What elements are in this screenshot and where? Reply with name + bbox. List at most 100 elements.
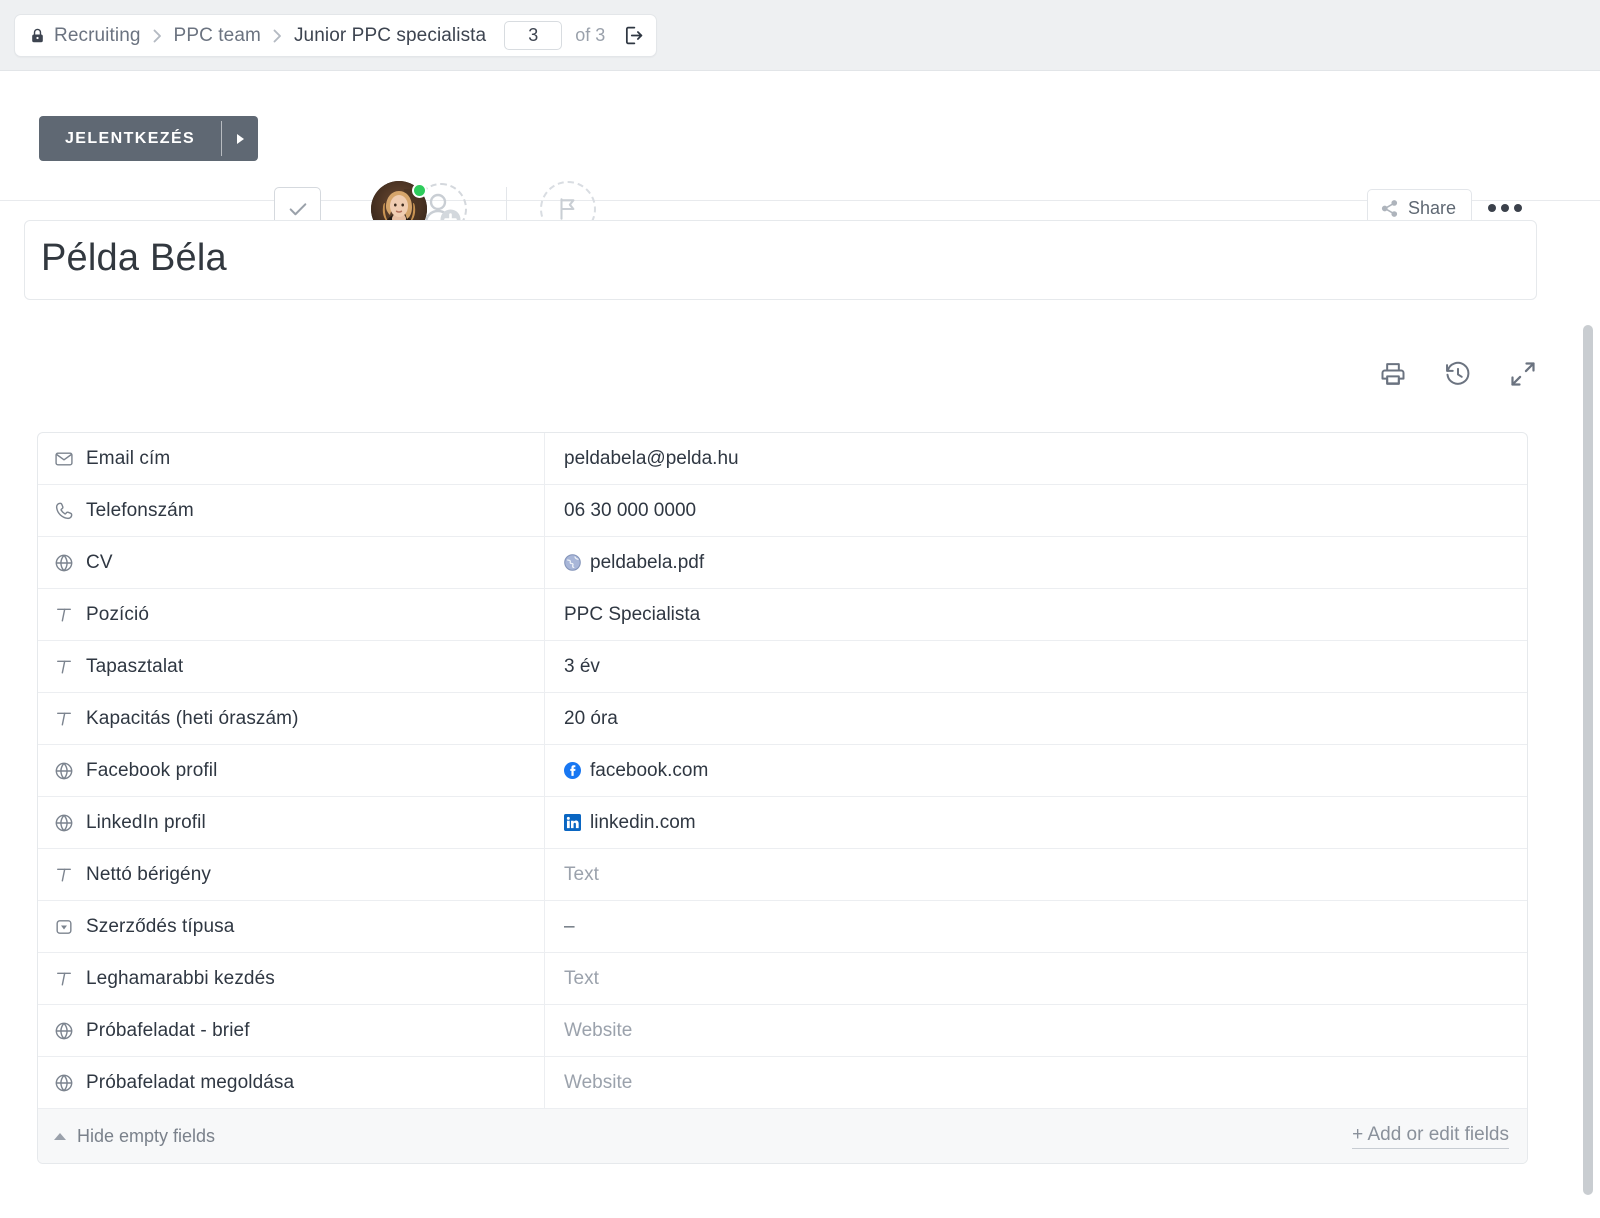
breadcrumb-item-ppc-team[interactable]: PPC team <box>174 25 261 47</box>
table-row: LinkedIn profil linkedin.com <box>38 797 1527 849</box>
table-row: Tapasztalat 3 év <box>38 641 1527 693</box>
more-dot <box>1488 204 1496 212</box>
apply-button[interactable]: JELENTKEZÉS <box>39 116 221 161</box>
field-value-cell[interactable]: 06 30 000 0000 <box>545 485 1527 536</box>
presence-indicator <box>412 183 427 198</box>
history-icon[interactable] <box>1444 360 1472 388</box>
text-icon <box>57 972 71 986</box>
field-name-cell: LinkedIn profil <box>38 797 545 848</box>
field-value: peldabela@pelda.hu <box>564 447 739 469</box>
breadcrumb-bar: Recruiting PPC team Junior PPC specialis… <box>0 0 1600 71</box>
field-label: LinkedIn profil <box>86 811 206 833</box>
table-row: Kapacitás (heti óraszám) 20 óra <box>38 693 1527 745</box>
page-title: Példa Béla <box>41 237 227 279</box>
table-row: Próbafeladat megoldása Website <box>38 1057 1527 1109</box>
field-name-cell: Próbafeladat megoldása <box>38 1057 545 1108</box>
triangle-up-icon <box>54 1132 66 1140</box>
field-value-cell[interactable]: PPC Specialista <box>545 589 1527 640</box>
apply-dropdown-button[interactable] <box>222 116 258 161</box>
field-value: facebook.com <box>590 759 709 781</box>
field-value: – <box>564 915 575 937</box>
field-name-cell: Tapasztalat <box>38 641 545 692</box>
field-value-cell[interactable]: 20 óra <box>545 693 1527 744</box>
field-value: Website <box>564 1071 633 1093</box>
open-in-new-icon[interactable] <box>623 25 644 46</box>
field-label: Facebook profil <box>86 759 218 781</box>
action-toolbar: JELENTKEZÉS Share <box>0 71 1600 237</box>
table-row: Facebook profil facebook.com <box>38 745 1527 797</box>
table-row: Nettó bérigény Text <box>38 849 1527 901</box>
table-row: Telefonszám 06 30 000 0000 <box>38 485 1527 537</box>
field-value: peldabela.pdf <box>590 551 705 573</box>
field-label: Tapasztalat <box>86 655 184 677</box>
field-value: Text <box>564 967 599 989</box>
field-label: Próbafeladat megoldása <box>86 1071 295 1093</box>
field-value: Website <box>564 1019 633 1041</box>
field-value-cell[interactable]: Text <box>545 849 1527 900</box>
field-value: 06 30 000 0000 <box>564 499 697 521</box>
field-name-cell: Email cím <box>38 433 545 484</box>
field-label: Telefonszám <box>86 499 194 521</box>
field-value-cell[interactable]: Website <box>545 1005 1527 1056</box>
more-dot <box>1514 204 1522 212</box>
breadcrumb-item-junior-ppc-specialista[interactable]: Junior PPC specialista <box>294 25 486 47</box>
fields-footer: Hide empty fields + Add or edit fields <box>38 1109 1527 1163</box>
field-value: Text <box>564 863 599 885</box>
field-value-cell[interactable]: Text <box>545 953 1527 1004</box>
breadcrumb: Recruiting PPC team Junior PPC specialis… <box>14 14 658 57</box>
table-row: Email cím peldabela@pelda.hu <box>38 433 1527 485</box>
share-label: Share <box>1407 197 1456 218</box>
breadcrumb-item-recruiting[interactable]: Recruiting <box>54 25 141 47</box>
apply-button-group: JELENTKEZÉS <box>39 116 259 161</box>
add-or-edit-fields-button[interactable]: + Add or edit fields <box>1352 1124 1509 1149</box>
share-icon <box>1381 199 1398 217</box>
field-label: Kapacitás (heti óraszám) <box>86 707 299 729</box>
field-name-cell: Facebook profil <box>38 745 545 796</box>
field-value-cell[interactable]: – <box>545 901 1527 952</box>
vertical-scrollbar[interactable] <box>1583 325 1593 1195</box>
field-value-cell[interactable]: linkedin.com <box>545 797 1527 848</box>
field-value-cell[interactable]: Website <box>545 1057 1527 1108</box>
field-name-cell: Próbafeladat - brief <box>38 1005 545 1056</box>
field-name-cell: CV <box>38 537 545 588</box>
field-value: 20 óra <box>564 707 618 729</box>
globe-icon <box>55 1074 73 1091</box>
table-row: Próbafeladat - brief Website <box>38 1005 1527 1057</box>
record-title-card[interactable]: Példa Béla <box>24 220 1537 300</box>
field-value-cell[interactable]: peldabela.pdf <box>545 537 1527 588</box>
field-name-cell: Telefonszám <box>38 485 545 536</box>
page-count-label: of 3 <box>575 25 606 45</box>
print-icon[interactable] <box>1379 360 1407 388</box>
field-value-cell[interactable]: facebook.com <box>545 745 1527 796</box>
caret-right-icon <box>236 133 244 144</box>
text-icon <box>57 660 71 674</box>
field-label: Szerződés típusa <box>86 915 235 937</box>
hide-empty-fields-label: Hide empty fields <box>77 1125 216 1146</box>
hide-empty-fields-button[interactable]: Hide empty fields <box>54 1126 215 1147</box>
flag-icon <box>560 198 575 220</box>
linkedin-favicon <box>564 814 581 831</box>
breadcrumb-separator <box>273 29 282 43</box>
table-row: Leghamarabbi kezdés Text <box>38 953 1527 1005</box>
field-value: linkedin.com <box>590 811 696 833</box>
expand-icon[interactable] <box>1509 360 1537 388</box>
field-value-cell[interactable]: peldabela@pelda.hu <box>545 433 1527 484</box>
globe-icon <box>55 814 73 831</box>
field-label: Email cím <box>86 447 171 469</box>
field-name-cell: Kapacitás (heti óraszám) <box>38 693 545 744</box>
lock-icon <box>32 28 43 43</box>
text-icon <box>57 868 71 882</box>
table-row: Szerződés típusa – <box>38 901 1527 953</box>
page-number-input[interactable] <box>504 21 563 50</box>
field-name-cell: Nettó bérigény <box>38 849 545 900</box>
field-value-cell[interactable]: 3 év <box>545 641 1527 692</box>
field-label: Leghamarabbi kezdés <box>86 967 275 989</box>
field-value: PPC Specialista <box>564 603 701 625</box>
field-value: 3 év <box>564 655 600 677</box>
email-icon <box>55 451 73 466</box>
table-row: CV peldabela.pdf <box>38 537 1527 589</box>
field-label: Próbafeladat - brief <box>86 1019 250 1041</box>
field-label: Nettó bérigény <box>86 863 211 885</box>
breadcrumb-separator <box>153 29 162 43</box>
field-label: Pozíció <box>86 603 150 625</box>
